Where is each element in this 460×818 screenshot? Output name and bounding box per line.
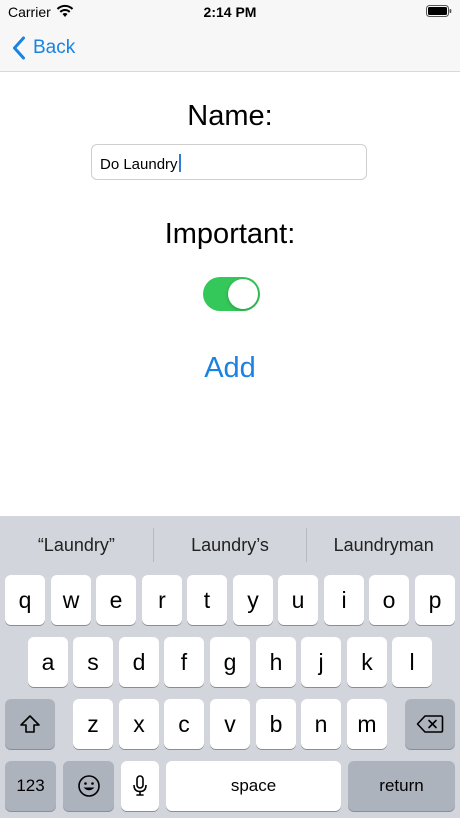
navigation-bar: Back: [0, 24, 460, 72]
suggestion-2[interactable]: Laundry’s: [154, 516, 307, 574]
key-l[interactable]: l: [392, 637, 432, 687]
return-key[interactable]: return: [348, 761, 455, 811]
chevron-left-icon: [13, 36, 25, 60]
key-c[interactable]: c: [164, 699, 204, 749]
suggestion-1[interactable]: “Laundry”: [0, 516, 153, 574]
back-label: Back: [33, 37, 76, 58]
name-input[interactable]: Do Laundry: [91, 144, 367, 180]
key-r[interactable]: r: [142, 575, 182, 625]
key-m[interactable]: m: [347, 699, 387, 749]
key-i[interactable]: i: [324, 575, 364, 625]
key-w[interactable]: w: [51, 575, 91, 625]
status-bar: Carrier 2:14 PM: [0, 0, 460, 24]
keyboard-row-4: 123 space return: [0, 761, 460, 811]
key-t[interactable]: t: [187, 575, 227, 625]
key-u[interactable]: u: [278, 575, 318, 625]
key-b[interactable]: b: [256, 699, 296, 749]
key-x[interactable]: x: [119, 699, 159, 749]
keyboard-row-1: q w e r t y u i o p: [0, 575, 460, 625]
key-h[interactable]: h: [256, 637, 296, 687]
dictation-key[interactable]: [121, 761, 159, 811]
key-e[interactable]: e: [96, 575, 136, 625]
back-button[interactable]: Back: [12, 35, 75, 61]
key-g[interactable]: g: [210, 637, 250, 687]
emoji-icon: [77, 775, 100, 797]
name-input-value: Do Laundry: [100, 154, 181, 173]
shift-icon: [20, 715, 40, 733]
important-toggle[interactable]: [203, 277, 260, 311]
backspace-icon: [416, 715, 444, 733]
suggestion-3[interactable]: Laundryman: [307, 516, 460, 574]
microphone-icon: [133, 775, 147, 796]
key-f[interactable]: f: [164, 637, 204, 687]
add-button[interactable]: Add: [0, 352, 460, 385]
key-p[interactable]: p: [415, 575, 455, 625]
space-key[interactable]: space: [166, 761, 341, 811]
key-d[interactable]: d: [119, 637, 159, 687]
key-s[interactable]: s: [73, 637, 113, 687]
key-o[interactable]: o: [369, 575, 409, 625]
text-caret: [178, 154, 181, 172]
form-content: Name: Do Laundry Important: Add: [0, 72, 460, 516]
key-q[interactable]: q: [5, 575, 45, 625]
keyboard: “Laundry” Laundry’s Laundryman q w e r t…: [0, 516, 460, 818]
key-k[interactable]: k: [347, 637, 387, 687]
battery-icon: [426, 5, 452, 17]
key-y[interactable]: y: [233, 575, 273, 625]
toggle-knob: [228, 279, 258, 309]
keyboard-row-3: z x c v b n m: [0, 699, 460, 749]
key-a[interactable]: a: [28, 637, 68, 687]
key-j[interactable]: j: [301, 637, 341, 687]
shift-key[interactable]: [5, 699, 55, 749]
numbers-key[interactable]: 123: [5, 761, 56, 811]
suggestion-bar: “Laundry” Laundry’s Laundryman: [0, 516, 460, 574]
time-label: 2:14 PM: [203, 4, 257, 20]
important-label: Important:: [164, 218, 296, 250]
delete-key[interactable]: [405, 699, 455, 749]
emoji-key[interactable]: [63, 761, 114, 811]
keyboard-row-2: a s d f g h j k l: [0, 637, 460, 687]
name-label: Name:: [187, 100, 273, 132]
key-v[interactable]: v: [210, 699, 250, 749]
key-n[interactable]: n: [301, 699, 341, 749]
key-z[interactable]: z: [73, 699, 113, 749]
